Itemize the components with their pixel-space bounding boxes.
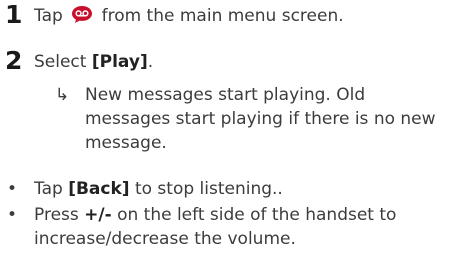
step-text-after: from the main menu screen.	[101, 6, 344, 26]
step-number: 1	[5, 0, 23, 29]
bullet-text: Press +/- on the left side of the handse…	[34, 203, 459, 251]
volume-keys-label: +/-	[84, 205, 112, 225]
play-option-label: [Play]	[91, 52, 148, 72]
voicemail-icon	[71, 5, 93, 30]
result-arrow-icon: ↳	[55, 85, 70, 105]
bullet-text-before: Press	[34, 205, 79, 225]
step-number: 2	[5, 46, 23, 75]
step-text-after: .	[147, 52, 154, 72]
step-text: Select [Play].	[34, 51, 153, 73]
bullet-text-before: Tap	[34, 179, 63, 199]
back-option-label: [Back]	[68, 179, 130, 199]
step-text-before: Tap	[34, 6, 63, 26]
bullet-text-after: to stop listening..	[134, 179, 283, 199]
bullet-icon: •	[7, 205, 18, 225]
result-text: New messages start playing. Old messages…	[85, 85, 436, 153]
step-text: Tap from the main menu screen.	[34, 5, 344, 30]
bullet-text: Tap [Back] to stop listening..	[34, 177, 459, 201]
step-text-before: Select	[34, 52, 87, 72]
bullet-icon: •	[7, 179, 18, 199]
